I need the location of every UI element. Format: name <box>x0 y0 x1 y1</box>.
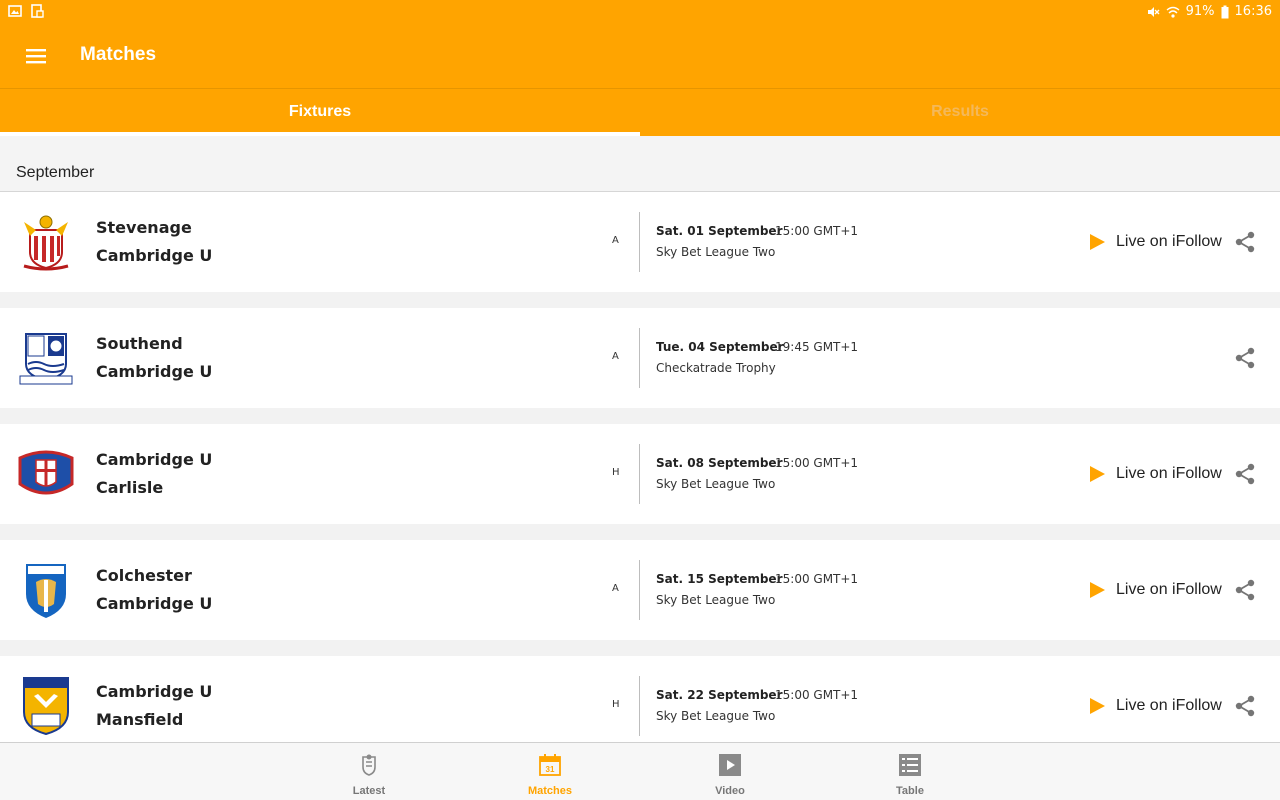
clock: 16:36 <box>1234 4 1272 19</box>
nav-label: Table <box>896 785 924 797</box>
colchester-crest-icon <box>26 564 66 618</box>
mansfield-crest-icon <box>23 677 69 736</box>
live-on-ifollow-button[interactable]: Live on iFollow <box>1088 578 1222 602</box>
calendar-day: 31 <box>546 765 555 774</box>
home-team: Cambridge U <box>96 682 213 701</box>
app-bar: Matches <box>0 24 1280 88</box>
live-on-ifollow-button[interactable]: Live on iFollow <box>1088 230 1222 254</box>
status-bar: 91% 16:36 <box>0 0 1280 24</box>
match-time: 19:45 GMT+1 <box>775 340 859 354</box>
share-icon[interactable] <box>1234 346 1256 370</box>
home-team: Cambridge U <box>96 450 213 469</box>
live-label: Live on iFollow <box>1116 697 1222 714</box>
venue-indicator: A <box>612 235 619 246</box>
share-icon[interactable] <box>1234 230 1256 254</box>
fixtures-list[interactable]: September Stevenage Cambridge U A Sat. 0… <box>0 136 1280 742</box>
battery-icon <box>1221 5 1229 18</box>
card-divider <box>639 560 640 620</box>
nav-latest[interactable]: Latest <box>309 743 429 800</box>
competition: Sky Bet League Two <box>656 245 776 259</box>
match-date: Sat. 22 September <box>656 688 783 702</box>
away-team: Cambridge U <box>96 246 213 265</box>
match-time: 15:00 GMT+1 <box>775 572 859 586</box>
home-team: Southend <box>96 334 183 353</box>
match-date: Sat. 15 September <box>656 572 783 586</box>
bottom-navigation: Latest 31 Matches Video Table <box>0 742 1280 800</box>
competition: Sky Bet League Two <box>656 593 776 607</box>
live-label: Live on iFollow <box>1116 233 1222 250</box>
nav-label: Latest <box>352 785 386 797</box>
crest-icon <box>362 754 376 776</box>
month-label: September <box>16 164 95 181</box>
away-team: Carlisle <box>96 478 164 497</box>
fixture-card[interactable]: Southend Cambridge U A Tue. 04 September… <box>0 308 1280 408</box>
hamburger-menu-icon[interactable] <box>22 44 50 68</box>
fixture-card[interactable]: Colchester Cambridge U A Sat. 15 Septemb… <box>0 540 1280 640</box>
away-team: Cambridge U <box>96 362 213 381</box>
match-time: 15:00 GMT+1 <box>775 224 859 238</box>
live-on-ifollow-button[interactable]: Live on iFollow <box>1088 694 1222 718</box>
nav-label: Video <box>715 785 745 797</box>
nav-matches[interactable]: 31 Matches <box>490 743 610 800</box>
southend-crest-icon <box>19 333 73 385</box>
away-team: Mansfield <box>96 710 184 729</box>
share-icon[interactable] <box>1234 694 1256 718</box>
live-label: Live on iFollow <box>1116 465 1222 482</box>
mute-icon <box>1147 6 1160 17</box>
competition: Sky Bet League Two <box>656 709 776 723</box>
nav-table[interactable]: Table <box>850 743 970 800</box>
stevenage-crest-icon <box>23 215 69 271</box>
match-date: Sat. 08 September <box>656 456 783 470</box>
away-team: Cambridge U <box>96 594 213 613</box>
card-divider <box>639 212 640 272</box>
card-divider <box>639 444 640 504</box>
venue-indicator: A <box>612 351 619 362</box>
screenshot-icon <box>31 4 44 18</box>
play-icon <box>1090 466 1105 482</box>
play-icon <box>719 754 741 776</box>
competition: Sky Bet League Two <box>656 477 776 491</box>
venue-indicator: A <box>612 583 619 594</box>
fixture-card[interactable]: Cambridge U Carlisle H Sat. 08 September… <box>0 424 1280 524</box>
nav-label: Matches <box>527 785 573 797</box>
card-divider <box>639 676 640 736</box>
tab-results[interactable]: Results <box>640 89 1280 137</box>
month-header: September <box>0 136 1280 192</box>
wifi-icon <box>1166 6 1180 18</box>
nav-video[interactable]: Video <box>670 743 790 800</box>
venue-indicator: H <box>612 699 620 710</box>
tab-fixtures[interactable]: Fixtures <box>0 89 640 137</box>
play-icon <box>1090 698 1105 714</box>
live-on-ifollow-button[interactable]: Live on iFollow <box>1088 462 1222 486</box>
share-icon[interactable] <box>1234 578 1256 602</box>
play-icon <box>1090 234 1105 250</box>
match-time: 15:00 GMT+1 <box>775 688 859 702</box>
live-label: Live on iFollow <box>1116 581 1222 598</box>
calendar-icon: 31 <box>539 754 561 776</box>
match-time: 15:00 GMT+1 <box>775 456 859 470</box>
share-icon[interactable] <box>1234 462 1256 486</box>
page-title: Matches <box>80 44 157 65</box>
card-divider <box>639 328 640 388</box>
tab-bar: Fixtures Results <box>0 88 1280 136</box>
battery-percent: 91% <box>1185 4 1215 19</box>
fixture-card[interactable]: Stevenage Cambridge U A Sat. 01 Septembe… <box>0 192 1280 292</box>
carlisle-crest-icon <box>18 450 74 495</box>
gallery-icon <box>8 5 22 17</box>
match-date: Tue. 04 September <box>656 340 784 354</box>
play-icon <box>1090 582 1105 598</box>
venue-indicator: H <box>612 467 620 478</box>
home-team: Stevenage <box>96 218 192 237</box>
match-date: Sat. 01 September <box>656 224 783 238</box>
fixture-card[interactable]: Cambridge U Mansfield H Sat. 22 Septembe… <box>0 656 1280 742</box>
table-list-icon <box>899 754 921 776</box>
competition: Checkatrade Trophy <box>656 361 776 375</box>
home-team: Colchester <box>96 566 192 585</box>
